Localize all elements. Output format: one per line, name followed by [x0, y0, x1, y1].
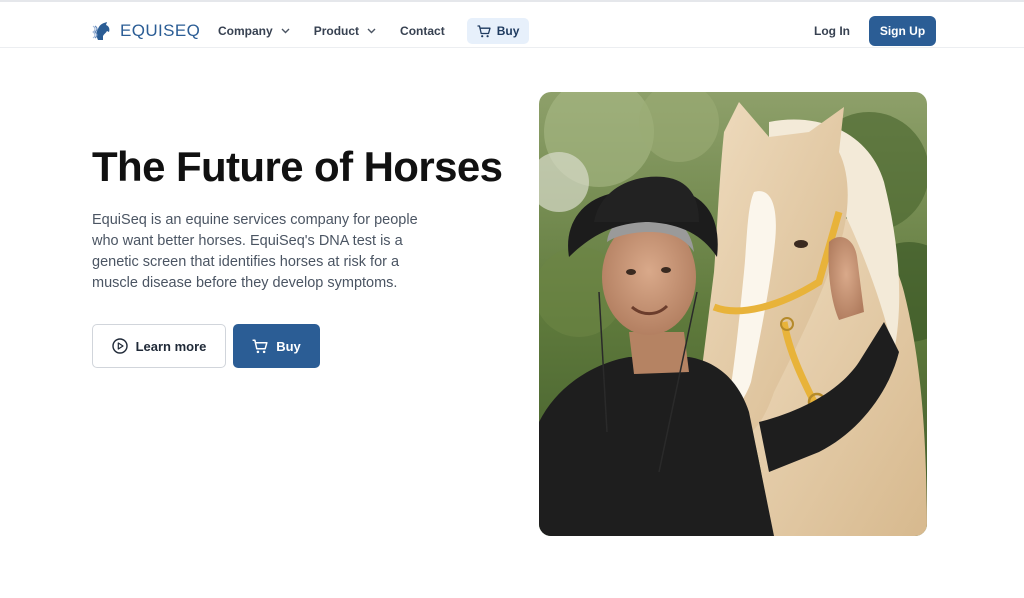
login-link[interactable]: Log In [814, 24, 850, 38]
hero-buy-label: Buy [276, 338, 301, 354]
cart-icon [477, 24, 491, 37]
nav-contact[interactable]: Contact [400, 24, 445, 38]
chevron-down-icon [367, 28, 376, 34]
nav-company-label: Company [218, 24, 273, 38]
horse-dna-logo-icon [92, 22, 110, 40]
learn-more-button[interactable]: Learn more [92, 324, 226, 368]
hero-buy-button[interactable]: Buy [233, 324, 320, 368]
hero-description: EquiSeq is an equine services company fo… [92, 212, 418, 291]
brand-name: EQUISEQ [120, 21, 201, 40]
nav-buy-button[interactable]: Buy [466, 18, 530, 44]
play-circle-icon [111, 338, 128, 354]
learn-more-label: Learn more [135, 338, 207, 354]
nav-contact-label: Contact [400, 24, 445, 38]
nav-product[interactable]: Product [314, 24, 376, 38]
main-nav: Company Product Contact Buy [218, 18, 530, 44]
brand-logo[interactable]: EQUISEQ [92, 18, 200, 44]
nav-company[interactable]: Company [218, 24, 290, 38]
nav-buy-label: Buy [496, 24, 520, 38]
photo-illustration [539, 92, 927, 536]
cart-icon [252, 338, 268, 353]
hero-title: The Future of Horses [92, 143, 503, 190]
site-header: EQUISEQ Company Product Contact Buy Log … [0, 2, 1024, 48]
chevron-down-icon [281, 28, 290, 34]
hero-photo-man-with-horse [539, 92, 927, 536]
nav-product-label: Product [313, 24, 360, 38]
signup-button[interactable]: Sign Up [869, 16, 936, 46]
